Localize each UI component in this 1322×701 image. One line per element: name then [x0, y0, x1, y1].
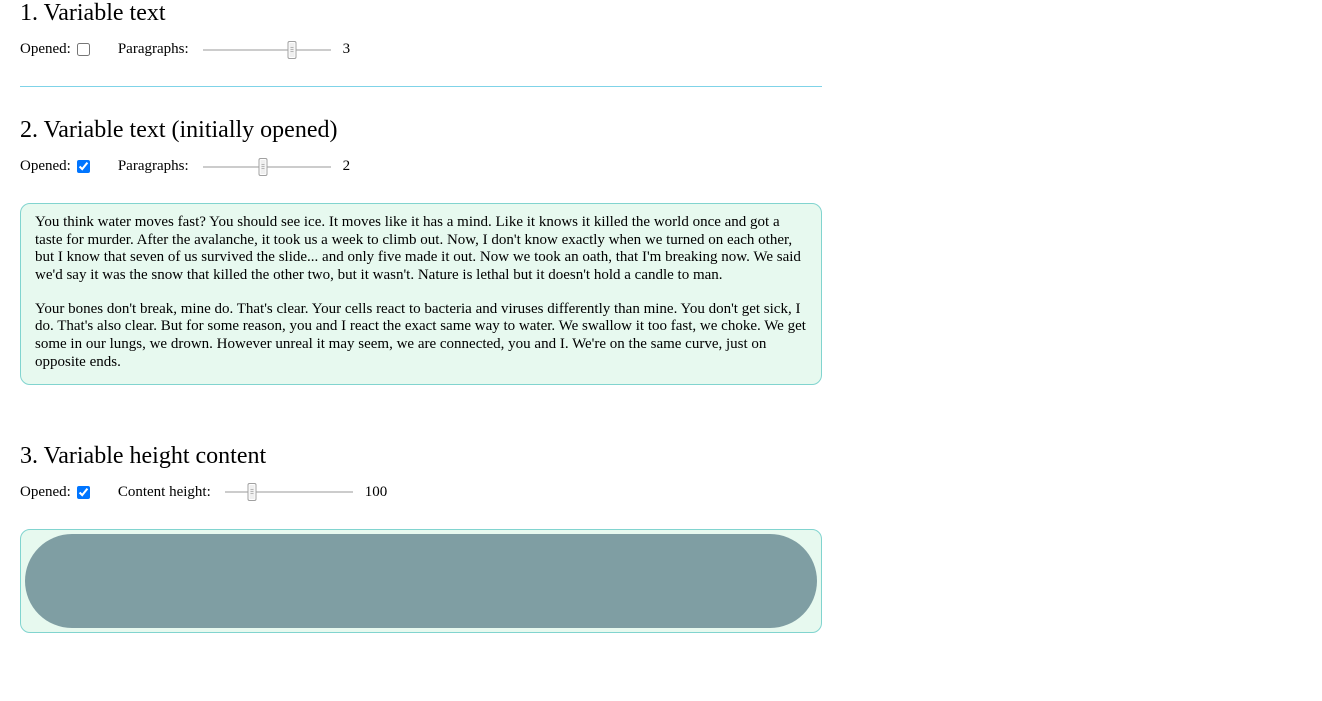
- slider-track: [203, 49, 331, 51]
- content-panel: [20, 529, 822, 633]
- opened-control: Opened:: [20, 484, 90, 501]
- param-label: Paragraphs:: [118, 158, 189, 175]
- section-title: 2. Variable text (initially opened): [20, 87, 822, 144]
- opened-control: Opened:: [20, 41, 90, 58]
- slider-value: 2: [343, 158, 363, 175]
- opened-label: Opened:: [20, 484, 71, 501]
- controls-row: Opened: Paragraphs: 2: [20, 158, 822, 175]
- param-control: Paragraphs: 3: [118, 41, 363, 58]
- height-content-pill: [25, 534, 817, 628]
- opened-checkbox[interactable]: [77, 43, 90, 56]
- slider-value: 100: [365, 484, 388, 501]
- controls-row: Opened: Paragraphs: 3: [20, 41, 822, 58]
- paragraphs-slider[interactable]: [203, 43, 331, 57]
- section-variable-height: 3. Variable height content Opened: Conte…: [20, 413, 822, 633]
- param-label: Paragraphs:: [118, 41, 189, 58]
- section-variable-text: 1. Variable text Opened: Paragraphs: 3: [20, 0, 822, 87]
- opened-checkbox[interactable]: [77, 486, 90, 499]
- paragraph: Your bones don't break, mine do. That's …: [35, 301, 807, 372]
- paragraphs-slider[interactable]: [203, 160, 331, 174]
- height-slider[interactable]: [225, 485, 353, 499]
- param-control: Paragraphs: 2: [118, 158, 363, 175]
- opened-checkbox[interactable]: [77, 160, 90, 173]
- section-title: 1. Variable text: [20, 0, 822, 27]
- controls-row: Opened: Content height: 100: [20, 484, 822, 501]
- opened-control: Opened:: [20, 158, 90, 175]
- content-panel: You think water moves fast? You should s…: [20, 203, 822, 385]
- param-control: Content height: 100: [118, 484, 387, 501]
- slider-track: [225, 491, 353, 493]
- slider-value: 3: [343, 41, 363, 58]
- opened-label: Opened:: [20, 158, 71, 175]
- param-label: Content height:: [118, 484, 211, 501]
- section-title: 3. Variable height content: [20, 413, 822, 470]
- opened-label: Opened:: [20, 41, 71, 58]
- section-variable-text-opened: 2. Variable text (initially opened) Open…: [20, 87, 822, 385]
- slider-thumb[interactable]: [247, 483, 256, 501]
- slider-thumb[interactable]: [288, 41, 297, 59]
- slider-thumb[interactable]: [258, 158, 267, 176]
- paragraph: You think water moves fast? You should s…: [35, 214, 807, 285]
